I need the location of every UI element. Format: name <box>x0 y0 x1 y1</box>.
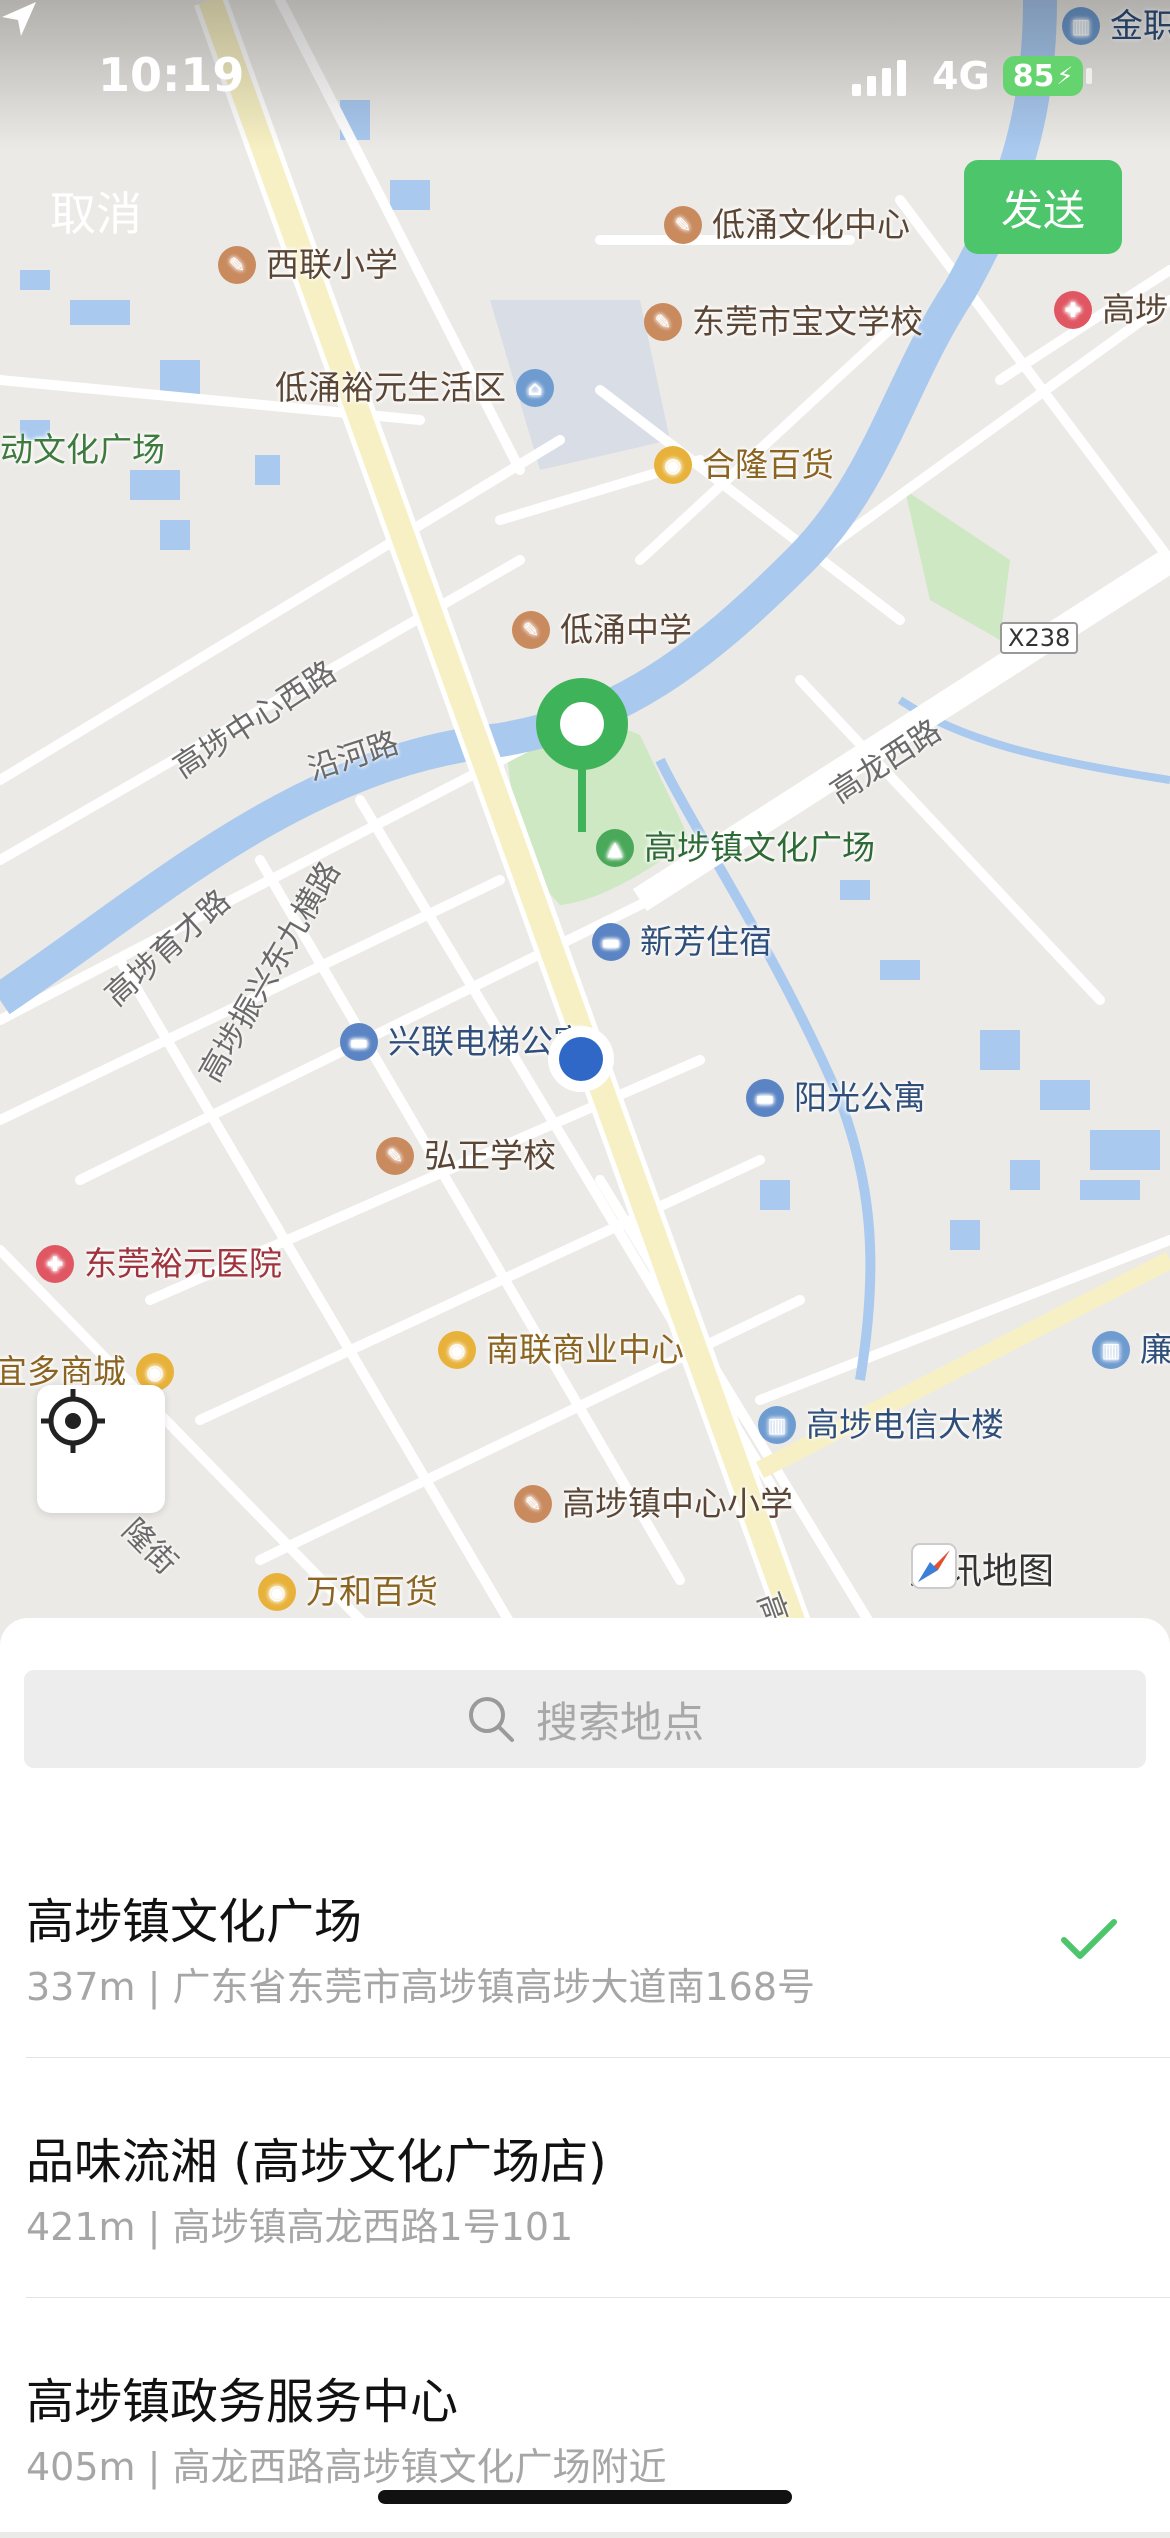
search-input[interactable]: 搜索地点 <box>24 1670 1146 1768</box>
school-icon: ✎ <box>664 206 702 244</box>
cellular-signal-icon <box>852 60 906 96</box>
shop-icon: ◉ <box>654 446 692 484</box>
school-icon: ✎ <box>376 1137 414 1175</box>
shop-icon: ◉ <box>258 1573 296 1611</box>
poi-dichong-culture[interactable]: ✎ 低涌文化中心 <box>664 205 910 245</box>
poi-lian[interactable]: ▥ 廉 <box>1092 1330 1170 1370</box>
result-name: 品味流湘 (高埗文化广场店) <box>26 2134 607 2190</box>
building-icon: ▥ <box>1092 1331 1130 1369</box>
selected-location-pin-icon <box>536 678 628 832</box>
road-label-x238: X238 <box>1000 622 1079 654</box>
result-address: 405m | 高龙西路高埗镇文化广场附近 <box>26 2445 667 2489</box>
map-attribution: 腾讯地图 <box>910 1542 1054 1594</box>
poi-culture-left[interactable]: 动文化广场 <box>0 430 165 470</box>
poi-gaobu-hospital[interactable]: ✚ 高埗 <box>1054 290 1168 330</box>
send-button[interactable]: 发送 <box>964 160 1122 254</box>
poi-helong[interactable]: ◉ 合隆百货 <box>654 445 834 485</box>
tencent-map-logo-icon <box>911 1543 957 1589</box>
battery-icon: 85 ⚡ <box>1003 56 1083 96</box>
poi-nanlian[interactable]: ◉ 南联商业中心 <box>438 1330 684 1370</box>
map-view[interactable]: 高埗中心西路 沿河路 高龙西路 高埗育才路 高埗振兴东九横路 隆街 高埗 X23… <box>0 0 1170 1640</box>
poi-yangguang[interactable]: ▬ 阳光公寓 <box>746 1078 926 1118</box>
poi-xilian-school[interactable]: ✎ 西联小学 <box>218 245 398 285</box>
school-icon: ✎ <box>512 611 550 649</box>
result-name: 高埗镇文化广场 <box>26 1894 363 1950</box>
current-position-dot-icon <box>548 1026 614 1092</box>
poi-baowen-school[interactable]: ✎ 东莞市宝文学校 <box>644 302 923 342</box>
crosshair-icon <box>41 1389 105 1453</box>
poi-yuyuan-living[interactable]: ⌂ 低涌裕元生活区 <box>275 368 554 408</box>
hospital-icon: ✚ <box>36 1245 74 1283</box>
search-placeholder: 搜索地点 <box>535 1697 704 1747</box>
result-address: 337m | 广东省东莞市高埗镇高埗大道南168号 <box>26 1965 816 2009</box>
bed-icon: ▬ <box>340 1023 378 1061</box>
result-name: 高埗镇政务服务中心 <box>26 2374 459 2430</box>
poi-hongzheng[interactable]: ✎ 弘正学校 <box>376 1136 556 1176</box>
search-icon <box>468 1697 514 1742</box>
poi-dichong-middle[interactable]: ✎ 低涌中学 <box>512 610 692 650</box>
cancel-button[interactable]: 取消 <box>50 178 142 244</box>
school-icon: ✎ <box>644 303 682 341</box>
result-address: 421m | 高埗镇高龙西路1号101 <box>26 2205 574 2249</box>
poi-plaza[interactable]: ▲ 高埗镇文化广场 <box>596 828 875 868</box>
poi-telecom[interactable]: ▥ 高埗电信大楼 <box>758 1405 1004 1445</box>
poi-wanhe[interactable]: ◉ 万和百货 <box>258 1572 438 1612</box>
network-type: 4G <box>932 54 990 98</box>
school-icon: ✎ <box>218 246 256 284</box>
checkmark-icon <box>1061 1919 1117 1959</box>
poi-center-school[interactable]: ✎ 高埗镇中心小学 <box>514 1484 793 1524</box>
home-indicator <box>378 2490 792 2504</box>
status-time: 10:19 <box>98 48 245 102</box>
battery-tip <box>1086 68 1092 84</box>
bed-icon: ▬ <box>592 923 630 961</box>
location-results-sheet: 搜索地点 高埗镇文化广场 337m | 广东省东莞市高埗镇高埗大道南168号 品… <box>0 1618 1170 2532</box>
hospital-icon: ✚ <box>1054 291 1092 329</box>
bed-icon: ▬ <box>746 1079 784 1117</box>
poi-yuyuan-hospital[interactable]: ✚ 东莞裕元医院 <box>36 1244 282 1284</box>
poi-xinfang[interactable]: ▬ 新芳住宿 <box>592 922 772 962</box>
building-icon: ▥ <box>758 1406 796 1444</box>
shop-icon: ◉ <box>438 1331 476 1369</box>
school-icon: ✎ <box>514 1485 552 1523</box>
location-arrow-icon <box>2 2 36 36</box>
list-item[interactable]: 品味流湘 (高埗文化广场店) 421m | 高埗镇高龙西路1号101 <box>0 2058 1170 2298</box>
home-icon: ⌂ <box>516 369 554 407</box>
locate-me-button[interactable] <box>37 1385 165 1513</box>
list-item[interactable]: 高埗镇文化广场 337m | 广东省东莞市高埗镇高埗大道南168号 <box>0 1818 1170 2058</box>
